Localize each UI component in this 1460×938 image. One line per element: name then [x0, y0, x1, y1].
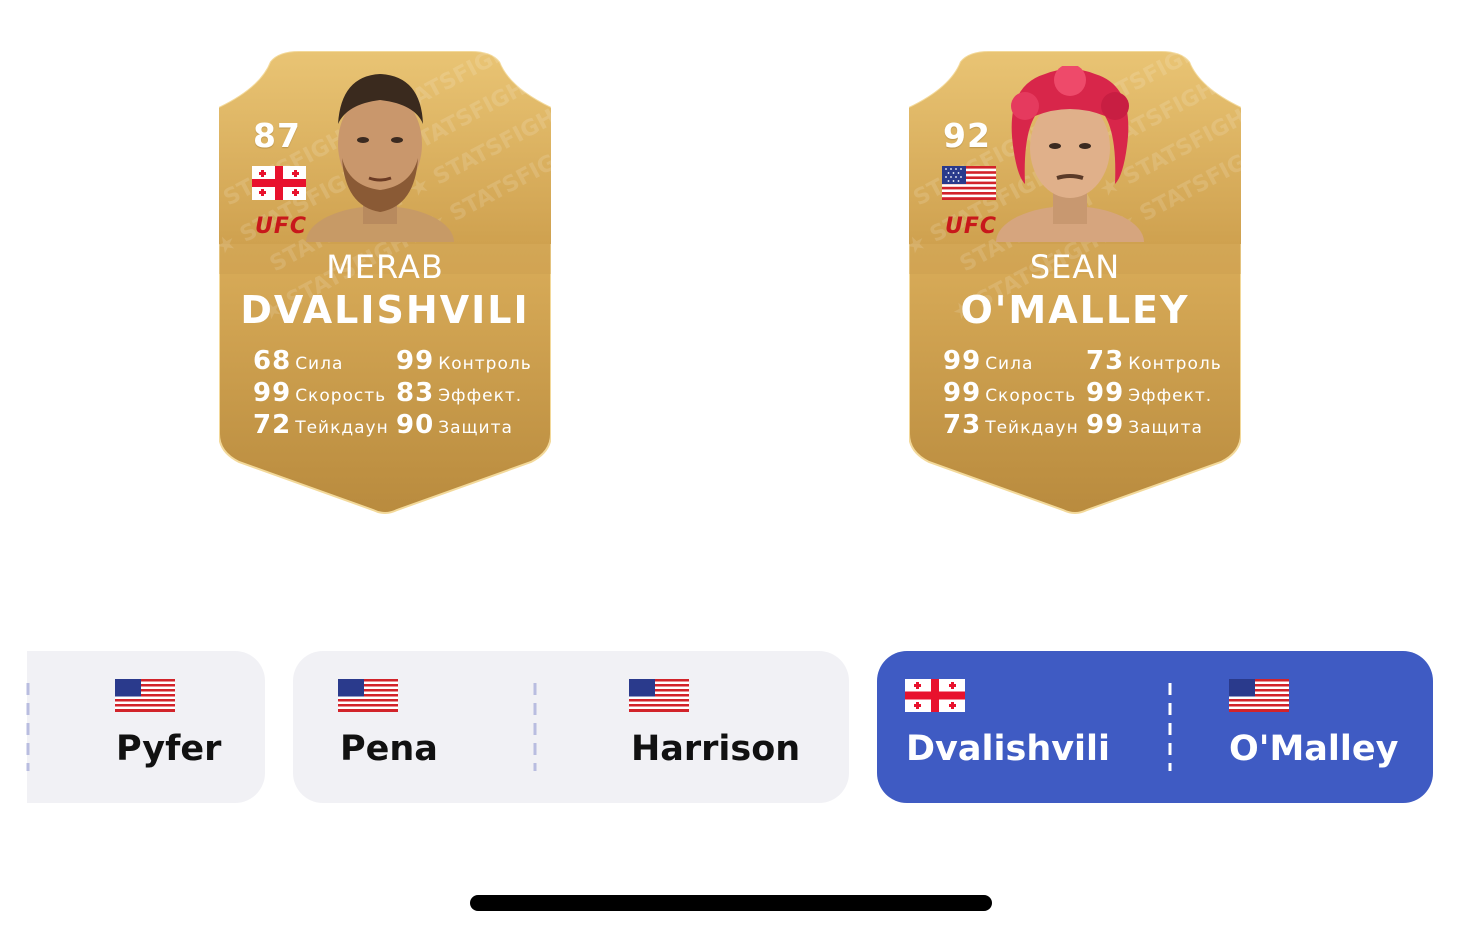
stat-efficiency: 99 Эффект. — [1086, 378, 1212, 408]
stat-row: 73 Тейкдаун 99 Защита — [943, 410, 1233, 442]
fighter-photo — [306, 74, 454, 242]
stat-speed: 99 Скорость — [943, 378, 1076, 408]
stat-value: 73 — [1086, 346, 1125, 376]
stat-speed: 99 Скорость — [253, 378, 386, 408]
fighter-name-blue: O'Malley — [1229, 729, 1399, 769]
stat-label: Эффект. — [1128, 386, 1213, 406]
georgia-flag-icon — [252, 166, 306, 200]
fighter-first-name: MERAB — [326, 248, 444, 286]
fighter-name-blue: Harrison — [631, 729, 801, 769]
stat-value: 72 — [253, 410, 292, 440]
fighter-name-red: Dvalishvili — [906, 729, 1111, 769]
stat-row: 72 Тейкдаун 90 Защита — [253, 410, 543, 442]
stat-row: 99 Скорость 99 Эффект. — [943, 378, 1233, 410]
stat-value: 99 — [943, 378, 982, 408]
overall-rating: 92 — [943, 116, 991, 155]
usa-flag-icon — [942, 166, 996, 200]
fighter-stats: 68 Сила 99 Контроль 99 Скорость 83 Эффект. 7… — [253, 346, 543, 442]
ufc-logo: UFC — [945, 214, 998, 239]
stat-value: 99 — [943, 346, 982, 376]
overall-rating: 87 — [253, 116, 301, 155]
vs-divider-icon — [1168, 683, 1172, 771]
stat-defense: 90 Защита — [396, 410, 513, 440]
screen: STATSFIGHT ★ STATSFIGHT ★ STATSFIGHT ★ S… — [0, 0, 1460, 938]
fighter-last-name: DVALISHVILI — [240, 288, 530, 332]
stat-label: Скорость — [295, 386, 387, 406]
usa-flag-icon — [1229, 679, 1289, 712]
stat-value: 73 — [943, 410, 982, 440]
stat-label: Тейкдаун — [295, 418, 389, 438]
stat-value: 99 — [1086, 410, 1125, 440]
stat-control: 99 Контроль — [396, 346, 532, 376]
stat-label: Защита — [438, 418, 513, 438]
stat-strength: 68 Сила — [253, 346, 343, 376]
stat-takedown: 72 Тейкдаун — [253, 410, 389, 440]
stat-value: 99 — [1086, 378, 1125, 408]
stat-strength: 99 Сила — [943, 346, 1033, 376]
fighter-card-omalley[interactable]: STATSFIGHT ★ STATSFIGHT ★ STATSFIGHT ★ S… — [909, 48, 1241, 514]
stat-takedown: 73 Тейкдаун — [943, 410, 1079, 440]
stat-defense: 99 Защита — [1086, 410, 1203, 440]
fight-chip-pyfer[interactable]: Pyfer — [26, 651, 265, 803]
fighter-name-red: Pyfer — [116, 729, 222, 769]
stat-row: 68 Сила 99 Контроль — [253, 346, 543, 378]
stat-label: Контроль — [1128, 354, 1222, 374]
stat-label: Тейкдаун — [985, 418, 1079, 438]
stat-value: 68 — [253, 346, 292, 376]
stat-label: Сила — [985, 354, 1034, 374]
stat-row: 99 Сила 73 Контроль — [943, 346, 1233, 378]
stat-value: 83 — [396, 378, 435, 408]
fight-chip-pena-harrison[interactable]: Pena Harrison — [293, 651, 849, 803]
fighter-photo — [996, 66, 1144, 242]
stat-label: Сила — [295, 354, 344, 374]
fight-chip-dvalishvili-omalley[interactable]: Dvalishvili O'Malley — [877, 651, 1433, 803]
stat-label: Контроль — [438, 354, 532, 374]
stat-value: 99 — [396, 346, 435, 376]
fighter-name-red: Pena — [340, 729, 438, 769]
stat-efficiency: 83 Эффект. — [396, 378, 522, 408]
vs-divider-icon — [26, 683, 30, 771]
stat-label: Эффект. — [438, 386, 523, 406]
usa-flag-icon — [629, 679, 689, 712]
stat-label: Защита — [1128, 418, 1203, 438]
georgia-flag-icon — [905, 679, 965, 712]
stat-value: 99 — [253, 378, 292, 408]
usa-flag-icon — [115, 679, 175, 712]
stat-label: Скорость — [985, 386, 1077, 406]
fighter-first-name: SEAN — [1029, 248, 1121, 286]
stat-value: 90 — [396, 410, 435, 440]
stat-control: 73 Контроль — [1086, 346, 1222, 376]
vs-divider-icon — [533, 683, 537, 771]
usa-flag-icon — [338, 679, 398, 712]
fighter-card-dvalishvili[interactable]: STATSFIGHT ★ STATSFIGHT ★ STATSFIGHT ★ S… — [219, 48, 551, 514]
stat-row: 99 Скорость 83 Эффект. — [253, 378, 543, 410]
ufc-logo: UFC — [255, 214, 308, 239]
fighter-stats: 99 Сила 73 Контроль 99 Скорость 99 Эффект. 7… — [943, 346, 1233, 442]
fighter-last-name: O'MALLEY — [960, 288, 1190, 332]
home-indicator[interactable] — [470, 895, 992, 911]
